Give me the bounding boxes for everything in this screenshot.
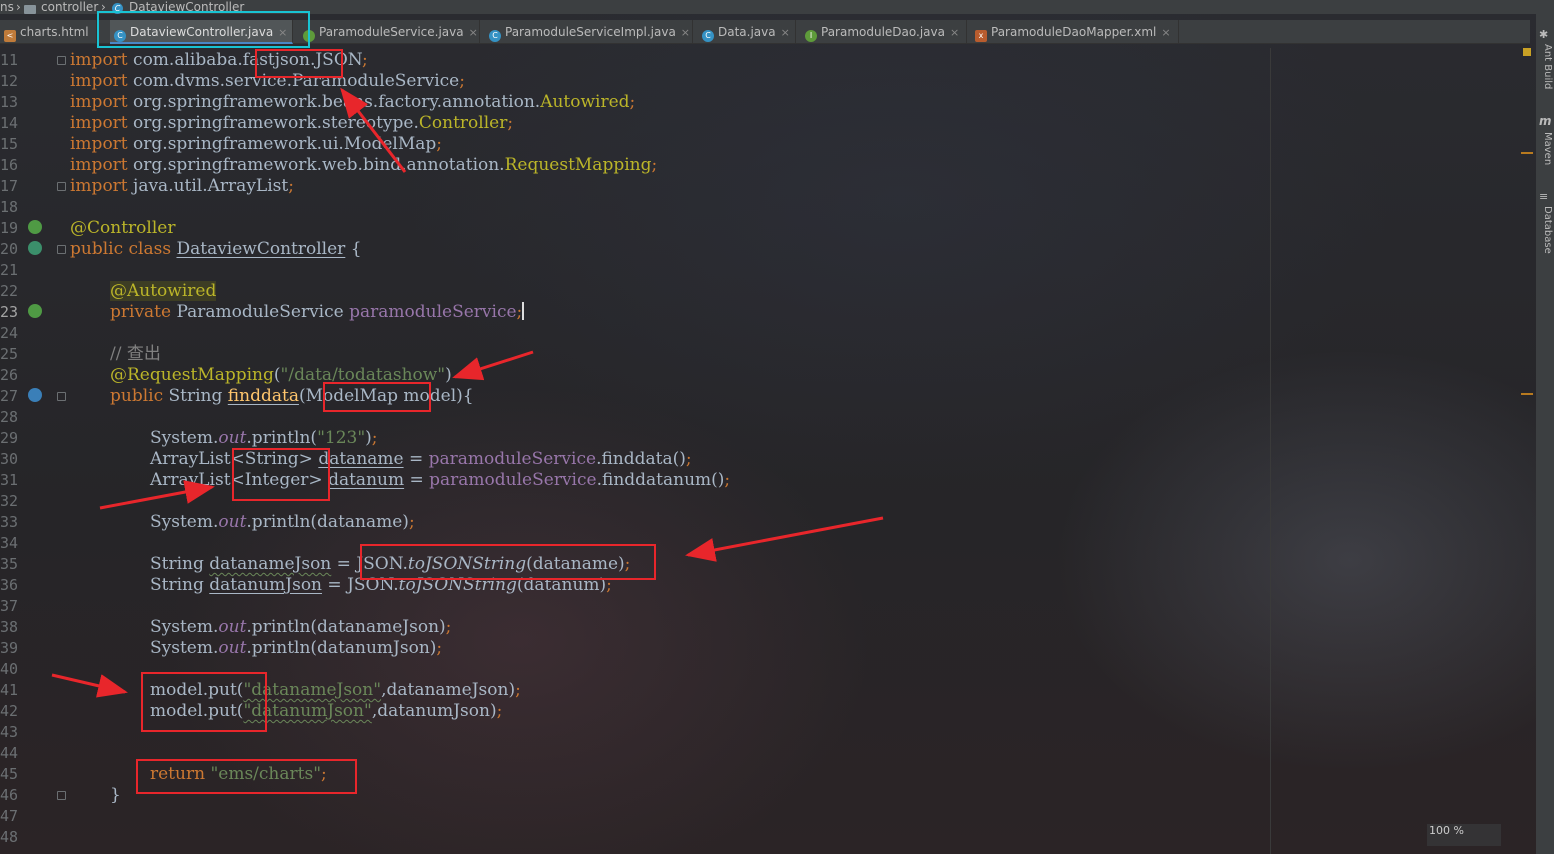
annotation-arrow: [99, 480, 215, 510]
annotation-arrows: [51, 87, 884, 698]
annotation-arrow: [51, 673, 128, 698]
annotation-arrow: [340, 87, 407, 173]
annotation-arrow: [452, 350, 534, 381]
annotation-arrow: [685, 516, 884, 562]
